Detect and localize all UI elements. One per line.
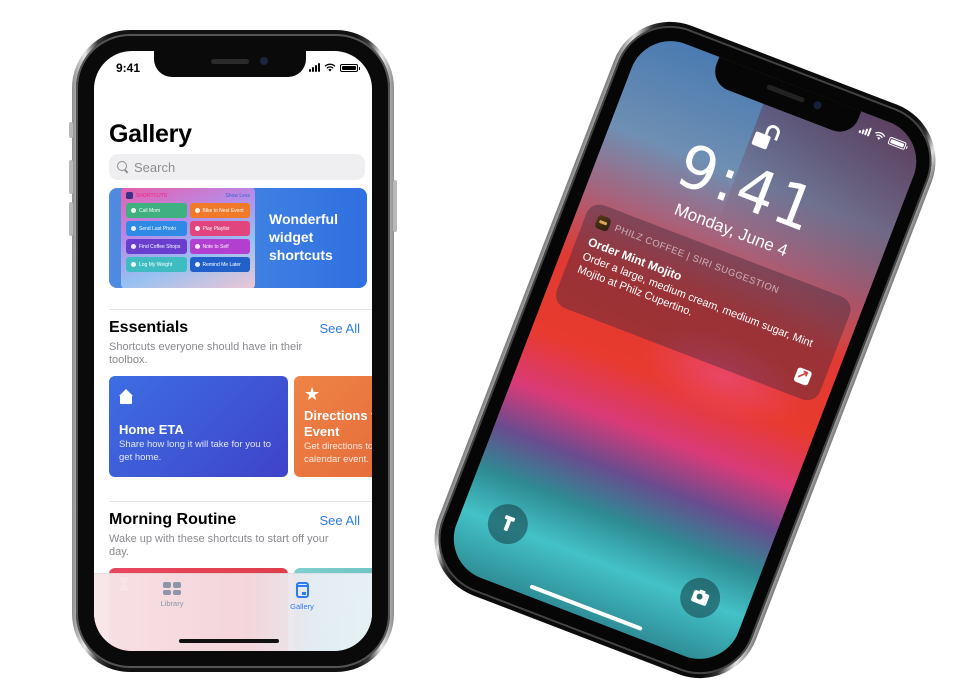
divider [109,501,372,502]
shortcut-glyph-icon [131,262,136,267]
cellular-signal-icon [309,63,320,72]
widget-shortcut-button: Note to Self [189,239,250,254]
shortcut-glyph-icon [194,244,200,249]
shortcuts-gallery-screen: 9:41 Gallery Search SHORTCUTS Show Less … [94,51,372,651]
shortcut-glyph-icon [194,262,200,267]
widget-shortcut-label: Send Last Photo [139,225,176,232]
directions-to-event-card[interactable]: ★ Directions to Event Get directions to … [294,376,372,477]
cellular-signal-icon [858,124,872,137]
banner-caption: Wonderful widget shortcuts [269,211,338,263]
widget-shortcut-label: Call Mom [139,207,161,214]
shortcut-glyph-icon [131,208,136,213]
widget-shortcut-label: Log My Weight [139,261,173,268]
home-eta-card[interactable]: Home ETA Share how long it will take for… [109,376,288,477]
show-less-link: Show Less [225,192,250,199]
notch [709,56,862,138]
search-input[interactable]: Search [109,154,365,180]
battery-icon [340,64,360,72]
flashlight-button[interactable] [482,498,534,550]
widget-shortcut-button: Send Last Photo [126,221,187,236]
shortcut-glyph-icon [131,244,136,249]
widget-shortcut-button: Bike to Next Event [189,203,250,218]
left-phone: 9:41 Gallery Search SHORTCUTS Show Less … [69,30,397,672]
tab-bar: Library Gallery [94,573,372,651]
library-grid-icon [163,582,181,595]
widget-shortcut-label: Bike to Next Event [202,207,244,214]
widget-shortcuts-banner[interactable]: SHORTCUTS Show Less Call Mom Bike to Next… [109,188,367,288]
philz-coffee-app-icon [593,214,613,233]
bezel: 9:41 Monday, June 4 PHILZ COFFEE | SIRI … [422,9,948,691]
speaker [211,59,249,64]
morning-routine-title: Morning Routine [109,511,237,528]
page-title: Gallery [109,120,192,148]
search-icon [117,161,129,173]
gallery-icon [295,582,309,598]
essentials-subtitle: Shortcuts everyone should have in their … [109,341,303,366]
widget-preview: SHORTCUTS Show Less Call Mom Bike to Next… [121,188,255,288]
widget-shortcut-button: Find Coffee Shops [126,239,187,254]
widget-shortcut-button: Call Mom [126,203,187,218]
essentials-see-all-link[interactable]: See All [320,321,360,336]
front-camera [260,57,268,65]
shortcuts-app-icon [126,192,133,199]
speaker [766,84,806,104]
volume-up-button [69,160,73,194]
tab-label: Gallery [290,602,314,611]
widget-shortcut-label: Play Playlist [202,225,230,232]
card-title: Directions to Event [304,408,372,439]
essentials-title: Essentials [109,319,189,336]
home-indicator[interactable] [529,584,643,632]
wifi-icon [324,63,336,72]
card-title: Home ETA [119,422,184,437]
shortcut-arrow-icon [793,366,813,387]
tab-library[interactable]: Library [132,582,212,608]
home-icon [119,388,133,404]
status-time: 9:41 [116,61,141,75]
tab-label: Library [160,599,184,608]
morning-routine-see-all-link[interactable]: See All [320,513,360,528]
front-camera [812,100,823,111]
shortcut-glyph-icon [194,208,200,213]
widget-shortcut-label: Note to Self [202,243,229,250]
lock-screen: 9:41 Monday, June 4 PHILZ COFFEE | SIRI … [441,28,929,672]
bezel: 9:41 Gallery Search SHORTCUTS Show Less … [76,34,390,668]
shortcut-glyph-icon [194,226,200,231]
flashlight-icon [502,516,513,533]
notch [154,51,306,77]
shortcut-glyph-icon [131,226,136,231]
unlocked-padlock-icon [750,120,783,157]
right-phone: 9:41 Monday, June 4 PHILZ COFFEE | SIRI … [416,4,954,696]
card-description: Get directions to calendar event. [304,441,372,465]
star-icon: ★ [304,384,321,404]
card-description: Share how long it will take for you to g… [119,439,272,463]
camera-icon [690,589,710,607]
volume-down-button [69,202,73,236]
widget-shortcut-button: Log My Weight [126,257,187,272]
widget-shortcut-button: Remind Me Later [189,257,250,272]
tab-gallery[interactable]: Gallery [262,582,342,611]
mute-switch [69,122,73,138]
camera-button[interactable] [674,572,727,624]
widget-app-name: SHORTCUTS [126,192,167,199]
home-indicator[interactable] [179,639,279,643]
status-bar [858,124,908,151]
side-button [393,180,397,232]
search-placeholder: Search [134,159,176,175]
divider [109,309,372,310]
widget-shortcut-button: Play Playlist [189,221,250,236]
wifi-icon [875,131,886,140]
widget-shortcut-label: Remind Me Later [202,261,241,268]
widget-shortcut-label: Find Coffee Shops [139,243,181,250]
morning-routine-subtitle: Wake up with these shortcuts to start of… [109,533,329,558]
battery-icon [887,136,908,151]
